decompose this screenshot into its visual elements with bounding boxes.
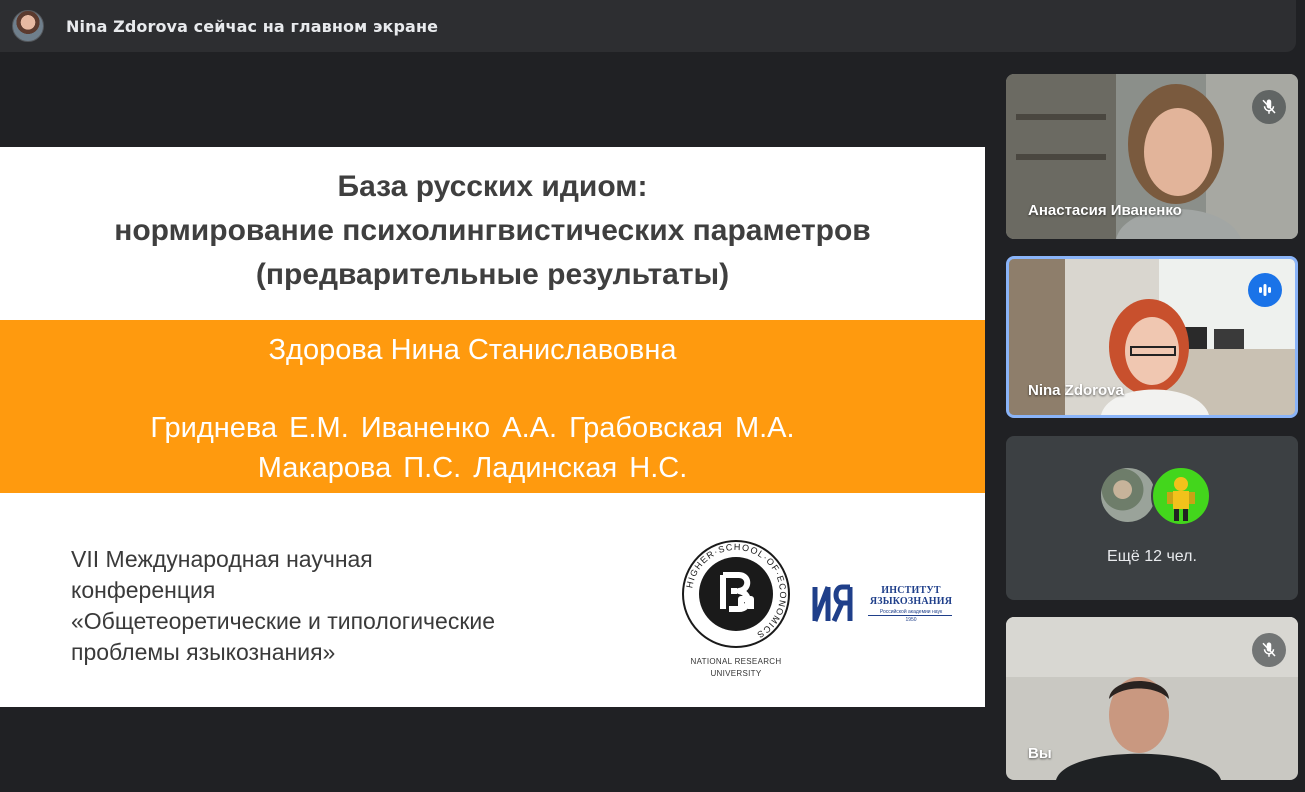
participant-name: Анастасия Иваненко (1028, 202, 1182, 219)
more-participants-avatars (1099, 466, 1211, 526)
conference-line-4: проблемы языкознания» (71, 639, 336, 665)
self-participant-tile[interactable]: Вы (1006, 617, 1298, 780)
iya-logo-mark (812, 584, 853, 623)
conference-line-2: конференция (71, 577, 216, 603)
hse-caption: NATIONAL RESEARCH UNIVERSITY (672, 656, 800, 680)
avatar (1151, 466, 1211, 526)
hse-caption-line-1: NATIONAL RESEARCH (690, 657, 782, 666)
iya-logo-year: 1950 (905, 617, 917, 623)
shared-screen-slide: База русских идиом: нормирование психоли… (0, 147, 985, 707)
conference-line-3: «Общетеоретические и типологические (71, 608, 496, 634)
slide-title-line-3: (предварительные результаты) (255, 258, 730, 291)
presenter-avatar (12, 10, 44, 42)
iya-logo-rule (868, 615, 952, 616)
slide-title-line-1: База русских идиом: (337, 170, 648, 203)
participant-name: Вы (1028, 745, 1052, 762)
iya-logo-line-2: ЯЗЫКОЗНАНИЯ (869, 596, 953, 607)
authors-band: Здорова Нина Станиславовна Гриднева Е.М.… (0, 320, 985, 493)
coauthors-line-2: Макарова П.С. Ладинская Н.С. (257, 452, 688, 484)
hse-logo: HIGHER·SCHOOL·OF·ECONOMICS (682, 540, 790, 648)
mic-off-icon (1252, 90, 1286, 124)
audio-level-icon (1248, 273, 1282, 307)
avatar (1099, 466, 1157, 524)
presenter-banner: Nina Zdorova сейчас на главном экране (0, 0, 1296, 52)
main-author: Здорова Нина Станиславовна (268, 334, 677, 366)
slide-title-line-2: нормирование психолингвистических параме… (114, 214, 871, 247)
participant-name: Nina Zdorova (1028, 382, 1124, 399)
more-participants-label: Ещё 12 чел. (1107, 548, 1197, 565)
conference-info: VII Международная научная конференция «О… (71, 544, 591, 668)
participant-tile-active[interactable]: Nina Zdorova (1006, 256, 1298, 418)
presenter-banner-text: Nina Zdorova сейчас на главном экране (66, 16, 439, 36)
mic-off-icon (1252, 633, 1286, 667)
more-participants-tile[interactable]: Ещё 12 чел. (1006, 436, 1298, 600)
iya-logo-text: ИНСТИТУТ ЯЗЫКОЗНАНИЯ (866, 585, 956, 607)
iya-logo-line-1: ИНСТИТУТ (881, 585, 941, 596)
conference-line-1: VII Международная научная (71, 546, 373, 572)
participant-tile[interactable]: Анастасия Иваненко (1006, 74, 1298, 239)
slide-title: База русских идиом: нормирование психоли… (0, 165, 985, 297)
coauthors-line-1: Гриднева Е.М. Иваненко А.А. Грабовская М… (150, 412, 795, 444)
hse-caption-line-2: UNIVERSITY (710, 669, 762, 678)
